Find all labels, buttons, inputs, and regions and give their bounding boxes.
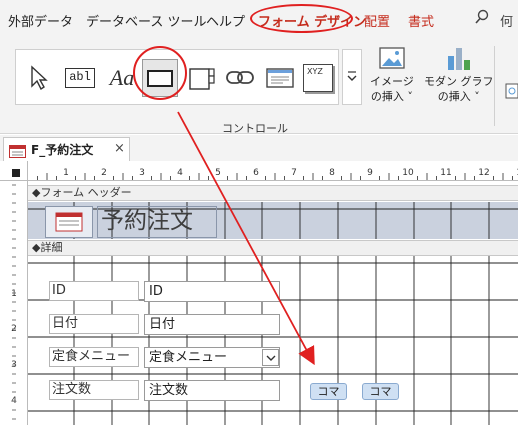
form-logo[interactable] — [45, 206, 93, 238]
menu-database-tools[interactable]: データベース ツール — [86, 11, 206, 30]
quantity-textbox[interactable]: 注文数 — [144, 380, 280, 401]
form-logo-icon — [55, 212, 83, 232]
textbox-tool[interactable]: abl — [62, 56, 98, 100]
insert-image-label-2: の挿入 ˅ — [370, 90, 413, 103]
ruler-number: 5 — [215, 168, 221, 178]
horizontal-ruler: 123456789101112131415 — [28, 161, 518, 181]
select-pointer-tool[interactable] — [20, 56, 56, 100]
chart-icon — [447, 48, 470, 70]
ruler-number: 2 — [101, 168, 107, 178]
ruler-number: 3 — [139, 168, 145, 178]
controls-group-label: コントロール — [222, 122, 288, 135]
quantity-label[interactable]: 注文数 — [49, 380, 139, 400]
menu-external-data[interactable]: 外部データ — [8, 11, 73, 30]
search-icon[interactable] — [474, 9, 490, 25]
partial-ribbon-icon — [505, 83, 518, 99]
ruler-number: 7 — [291, 168, 297, 178]
hyperlink-icon — [226, 71, 254, 84]
ribbon-separator — [494, 46, 495, 126]
command-button-icon — [147, 69, 173, 87]
form-title-label[interactable]: 予約注文 — [97, 206, 217, 238]
id-label[interactable]: ID — [49, 281, 139, 301]
web-browser-tool[interactable] — [262, 56, 298, 100]
combobox-arrow[interactable] — [262, 349, 279, 366]
menu-help[interactable]: ヘルプ — [206, 11, 245, 30]
label-tool[interactable]: Aa — [104, 56, 140, 100]
ruler-number: 8 — [329, 168, 335, 178]
controls-gallery: abl Aa XYZ — [15, 49, 339, 105]
form-header-section-bar[interactable]: ◆フォーム ヘッダー — [28, 185, 518, 201]
insert-image-button[interactable]: イメージ の挿入 ˅ — [370, 46, 414, 104]
hyperlink-tool[interactable] — [222, 56, 258, 100]
insert-modern-chart-button[interactable]: モダン グラフ の挿入 ˅ — [424, 46, 494, 104]
vruler-number: 1 — [11, 289, 17, 299]
form-selector-box[interactable] — [12, 169, 20, 177]
ruler-number: 6 — [253, 168, 259, 178]
modern-chart-label-2: の挿入 ˅ — [437, 90, 480, 103]
ribbon: abl Aa XYZ イメージ の挿入 ˅ モダン グラフ の挿入 ˅ コントロ… — [0, 40, 518, 135]
menu-form-design[interactable]: フォーム デザイン — [258, 11, 366, 30]
ruler-number: 11 — [440, 168, 451, 178]
web-browser-icon — [266, 68, 294, 88]
form-icon — [9, 145, 26, 158]
label-aa-icon: Aa — [109, 65, 135, 90]
command-button-1[interactable]: コマ — [310, 383, 347, 400]
document-tab-label: F_予約注文 — [31, 143, 94, 157]
chevron-down-icon — [347, 71, 357, 81]
detail-section-bar[interactable]: ◆詳細 — [28, 240, 518, 256]
controls-more-button[interactable] — [342, 49, 362, 105]
tell-me-text[interactable]: 何 — [500, 11, 513, 30]
image-icon — [379, 47, 405, 69]
ruler-number: 1 — [63, 168, 69, 178]
vertical-ruler: 1234 — [0, 181, 28, 425]
menu-label[interactable]: 定食メニュー — [49, 347, 139, 367]
tab-control-tool[interactable] — [184, 56, 220, 100]
menu-combobox[interactable]: 定食メニュー — [144, 347, 280, 368]
close-icon[interactable]: × — [114, 141, 125, 156]
navigation-xyz-icon: XYZ — [303, 64, 333, 92]
menu-bar: 外部データ データベース ツール ヘルプ フォーム デザイン 配置 書式 何 — [0, 0, 518, 40]
command-button-2[interactable]: コマ — [362, 383, 399, 400]
textbox-icon: abl — [65, 68, 95, 88]
tab-control-icon — [189, 68, 215, 90]
modern-chart-label-1: モダン グラフ — [424, 75, 494, 88]
date-label[interactable]: 日付 — [49, 314, 139, 334]
ruler-number: 9 — [367, 168, 373, 178]
document-tab[interactable]: F_予約注文 × — [3, 137, 130, 162]
insert-image-label-1: イメージ — [370, 75, 414, 88]
date-textbox[interactable]: 日付 — [144, 314, 280, 335]
menu-arrange[interactable]: 配置 — [364, 11, 390, 30]
id-textbox[interactable]: ID — [144, 281, 280, 302]
navigation-control-tool[interactable]: XYZ — [300, 56, 336, 100]
ruler-number: 4 — [177, 168, 183, 178]
document-tabstrip: F_予約注文 × — [0, 135, 518, 162]
button-tool[interactable] — [142, 56, 178, 100]
ruler-number: 12 — [478, 168, 489, 178]
ruler-number: 10 — [402, 168, 414, 178]
menu-format[interactable]: 書式 — [408, 11, 434, 30]
chevron-down-icon — [266, 355, 275, 361]
pointer-icon — [31, 65, 48, 91]
